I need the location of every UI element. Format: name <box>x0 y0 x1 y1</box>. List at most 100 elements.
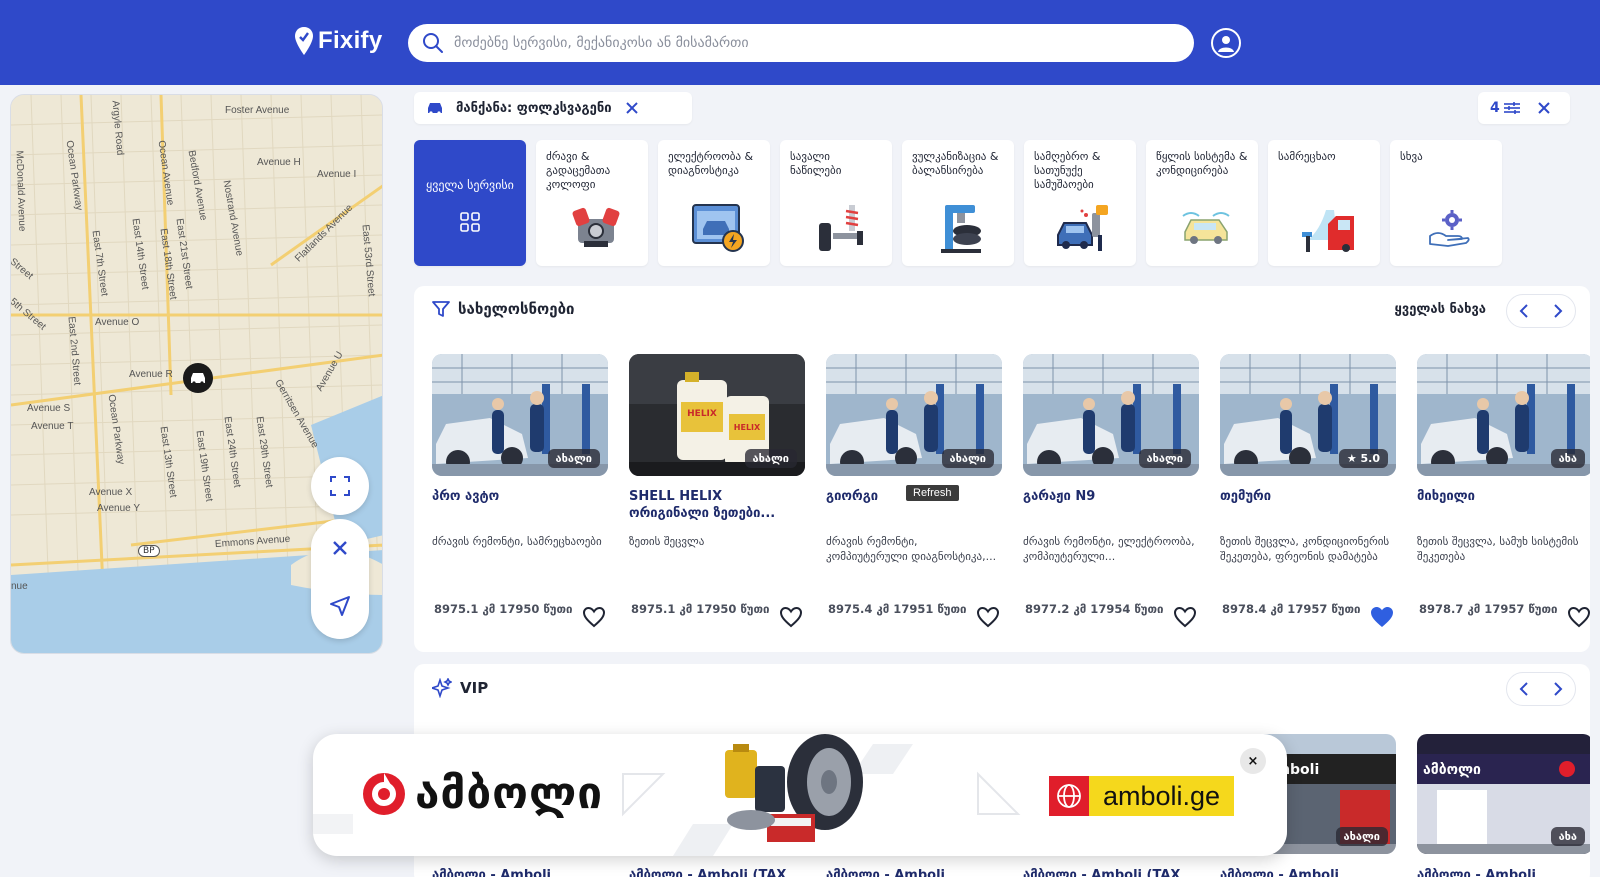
map-label: Avenue S <box>27 403 71 414</box>
card-badge: ახა <box>1550 449 1585 468</box>
close-icon[interactable] <box>625 102 638 114</box>
workshop-card[interactable]: HELIX HELIX ახალი SHELL HELIX ორიგინალი ზეთ… <box>629 354 805 628</box>
favorite-button[interactable] <box>779 606 803 632</box>
favorite-button[interactable] <box>1567 606 1590 632</box>
my-location-button[interactable] <box>311 577 369 635</box>
ad-url-badge[interactable]: amboli.ge <box>1049 776 1235 816</box>
card-services: ძრავის რემონტი, ელექტროობა, კომპიუტერული… <box>1023 535 1195 563</box>
category-label: ყველა სერვისი <box>426 178 514 192</box>
favorite-button[interactable] <box>976 606 1000 632</box>
favorite-filled-icon[interactable] <box>1370 606 1394 628</box>
card-image: ახალი <box>432 354 608 476</box>
favorite-button[interactable] <box>582 606 606 632</box>
paint-spray-icon <box>1056 200 1112 256</box>
car-location-marker[interactable] <box>183 363 213 393</box>
svg-text:HELIX: HELIX <box>687 409 717 419</box>
card-distance: 8975.1 კმ 17950 წუთი <box>434 602 573 616</box>
ad-banner[interactable]: ამბოლი amboli.ge <box>313 734 1287 856</box>
category-label: სხვა <box>1400 150 1423 163</box>
brand-swirl-icon <box>363 772 405 815</box>
chevron-left-icon[interactable] <box>1519 682 1529 696</box>
svg-text:ამბოლი: ამბოლი <box>1423 762 1481 778</box>
map-label: Avenue O <box>95 317 140 328</box>
card-title[interactable]: პრო ავტო <box>432 488 608 524</box>
favorite-icon[interactable] <box>779 606 803 628</box>
sparkle-icon <box>432 678 452 698</box>
card-title[interactable]: ამბოლი - Amboli <box>1220 868 1339 877</box>
workshop-card[interactable]: ★ 5.0 თემური ზეთის შეცვლა, კონდიციონერის შ… <box>1220 354 1396 627</box>
map-label: Avenue Y <box>97 503 141 514</box>
sliders-icon[interactable] <box>1503 101 1520 115</box>
workshop-card[interactable]: ახა მიხეილი ზეთის შეცვლა, სამუხ სისტემის შ… <box>1417 354 1590 628</box>
map-clear-button[interactable] <box>311 519 369 577</box>
chevron-right-icon[interactable] <box>1553 304 1563 318</box>
card-title[interactable]: SHELL HELIX ორიგინალი ზეთები... <box>629 488 805 524</box>
card-badge: ★ 5.0 <box>1338 449 1388 468</box>
category-tires[interactable]: ვულკანიზაცია & ბალანსირება <box>902 140 1014 266</box>
card-badge: ახალი <box>941 449 994 468</box>
favorite-icon[interactable] <box>582 606 606 628</box>
workshop-cards: ახალი პრო ავტო ძრავის რემონტი, სამრეცხაოებ… <box>432 354 1590 644</box>
workshop-card[interactable]: ახალი პრო ავტო ძრავის რემონტი, სამრეცხაოებ… <box>432 354 608 628</box>
car-filter-chip[interactable]: მანქანა: ფოლკსვაგენი <box>414 92 692 124</box>
card-distance: 8977.2 კმ 17954 წუთი <box>1025 602 1164 616</box>
category-ac[interactable]: წყლის სისტემა & კონდიცირება <box>1146 140 1258 266</box>
card-title[interactable]: ამბოლი - Amboli <box>432 868 551 877</box>
user-profile-button[interactable] <box>1211 28 1241 58</box>
favorite-icon[interactable] <box>1173 606 1197 628</box>
ad-brand-text: ამბოლი <box>415 768 604 819</box>
card-image: ახა <box>1417 354 1590 476</box>
card-image: ახალი <box>1023 354 1199 476</box>
chevron-left-icon[interactable] <box>1519 304 1529 318</box>
favorite-icon[interactable] <box>1567 606 1590 628</box>
category-other[interactable]: სხვა <box>1390 140 1502 266</box>
fullscreen-button[interactable] <box>311 457 369 515</box>
category-label: ძრავი & გადაცემათა კოლოფი <box>546 150 611 191</box>
chevron-right-icon[interactable] <box>1553 682 1563 696</box>
card-image: ამბოლი ახა <box>1417 734 1590 854</box>
ad-brand-logo: ამბოლი <box>361 768 603 819</box>
navigation-arrow-icon <box>330 596 350 616</box>
search-bar[interactable] <box>408 24 1194 62</box>
favorite-icon[interactable] <box>976 606 1000 628</box>
ad-close-button[interactable]: × <box>1240 748 1266 774</box>
category-suspension[interactable]: სავალი ნაწილები <box>780 140 892 266</box>
map-label: nue <box>11 581 28 592</box>
filter-settings-chip[interactable]: 4 <box>1478 92 1570 124</box>
see-all-link[interactable]: ყველას ნახვა <box>1395 302 1486 317</box>
card-title[interactable]: ამბოლი - Amboli (TAX <box>1023 868 1180 877</box>
card-title[interactable]: ამბოლი - Amboli <box>1417 868 1536 877</box>
card-title[interactable]: ამბოლი - Amboli (TAX <box>629 868 786 877</box>
top-header: Fixify <box>0 0 1600 85</box>
search-input[interactable] <box>454 35 1154 51</box>
close-icon[interactable] <box>1538 102 1550 114</box>
workshop-card[interactable]: ახალი გიორგი ძრავის რემონტი, კომპიუტერული … <box>826 354 1002 628</box>
card-title[interactable]: გარაჟი N9 <box>1023 488 1199 524</box>
map-actions-group <box>311 519 369 639</box>
map-label: Foster Avenue <box>225 105 290 116</box>
filter-funnel-icon <box>432 301 450 317</box>
map-label: Avenue X <box>89 487 133 498</box>
category-all[interactable]: ყველა სერვისი <box>414 140 526 266</box>
gear-hand-icon <box>1422 200 1478 256</box>
workshops-title: სახელოსნოები <box>432 300 575 318</box>
vip-card[interactable]: ამბოლი ახა ამბოლი - Amboli <box>1417 734 1590 877</box>
card-image: ახალი <box>826 354 1002 476</box>
category-label: სავალი ნაწილები <box>790 150 842 177</box>
card-image: HELIX HELIX ახალი <box>629 354 805 476</box>
globe-icon <box>1049 776 1089 816</box>
category-electrics[interactable]: ელექტროობა & დიაგნოსტიკა <box>658 140 770 266</box>
card-title[interactable]: ამბოლი - Amboli <box>826 868 945 877</box>
workshop-card[interactable]: ახალი გარაჟი N9 ძრავის რემონტი, ელექტროობა… <box>1023 354 1199 628</box>
card-title[interactable]: თემური <box>1220 488 1396 524</box>
carousel-nav <box>1506 294 1576 328</box>
category-engine[interactable]: ძრავი & გადაცემათა კოლოფი <box>536 140 648 266</box>
category-paint[interactable]: სამღებრო & სათუნუქე სამუშაოები <box>1024 140 1136 266</box>
map-panel[interactable]: Foster Avenue Avenue H Avenue I McDonald… <box>10 94 383 654</box>
favorite-button[interactable] <box>1370 606 1394 632</box>
logo[interactable]: Fixify <box>294 26 382 56</box>
favorite-button[interactable] <box>1173 606 1197 632</box>
category-carwash[interactable]: სამრეცხაო <box>1268 140 1380 266</box>
card-title[interactable]: მიხეილი <box>1417 488 1590 524</box>
card-distance: 8975.4 კმ 17951 წუთი <box>828 602 967 616</box>
